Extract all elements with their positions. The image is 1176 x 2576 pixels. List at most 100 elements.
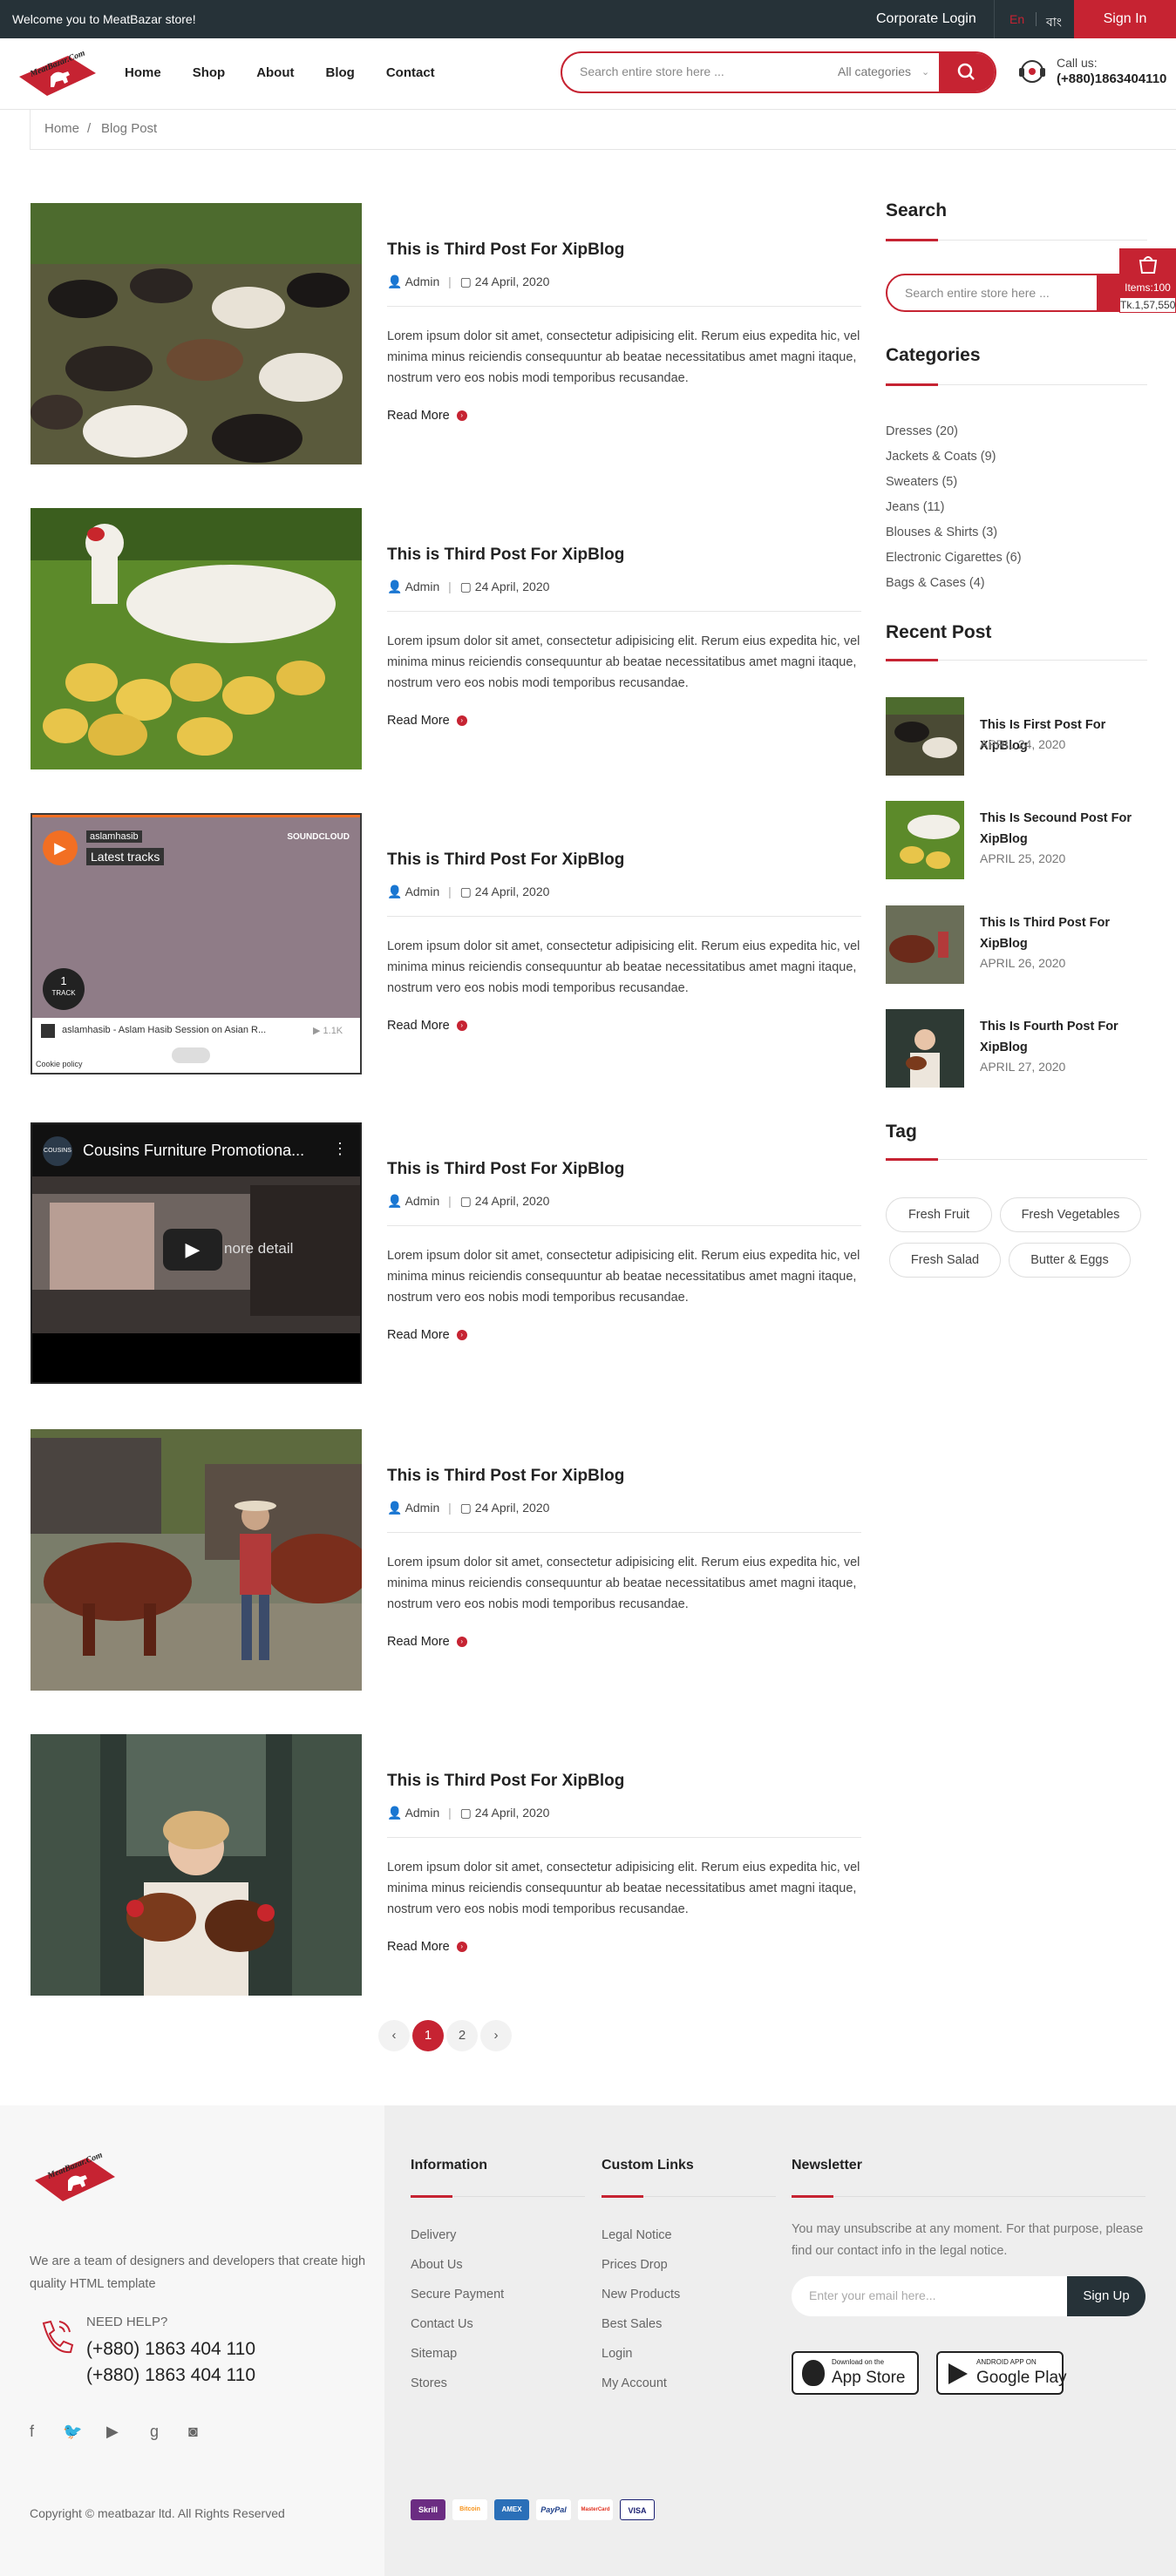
recent-post-item[interactable]: This Is Third Post For XipBlog APRIL 26,… [886, 905, 1147, 984]
footer-link[interactable]: Secure Payment [411, 2280, 504, 2309]
pagination-page-1[interactable]: 1 [412, 2020, 444, 2051]
footer-phone-2[interactable]: (+880) 1863 404 110 [86, 2365, 255, 2386]
breadcrumb-home[interactable]: Home [44, 121, 79, 136]
youtube-icon[interactable]: ▶ [106, 2423, 119, 2441]
pagination-next[interactable]: › [480, 2020, 512, 2051]
footer-link[interactable]: New Products [602, 2280, 680, 2309]
google-play-badge[interactable]: ANDROID APP ON Google Play [936, 2351, 1067, 2395]
soundcloud-user[interactable]: aslamhasib [86, 830, 142, 843]
pagination-page-2[interactable]: 2 [446, 2020, 478, 2051]
category-item[interactable]: Sweaters (5) [886, 470, 1022, 495]
post-image-cattle[interactable] [31, 1429, 362, 1691]
post-image-goats[interactable] [31, 203, 362, 464]
footer-link[interactable]: Sitemap [411, 2339, 504, 2369]
footer-link[interactable]: Delivery [411, 2220, 504, 2250]
category-item[interactable]: Dresses (20) [886, 419, 1022, 444]
newsletter-form: Enter your email here... Sign Up [792, 2276, 1145, 2316]
tag-fresh-salad[interactable]: Fresh Salad [889, 1243, 1001, 1278]
instagram-icon[interactable]: ◙ [188, 2423, 198, 2441]
footer-link[interactable]: Prices Drop [602, 2250, 680, 2280]
nav-blog[interactable]: Blog [326, 65, 355, 80]
soundcloud-player[interactable]: ▶ aslamhasib Latest tracks SOUNDCLOUD 1T… [31, 813, 362, 1074]
recent-post-item[interactable]: This Is First Post For XipBlog APRIL 24,… [886, 697, 1147, 776]
post-title[interactable]: This is Third Post For XipBlog [387, 851, 624, 870]
corporate-login-link[interactable]: Corporate Login [876, 11, 976, 27]
newsletter-title: Newsletter [792, 2158, 862, 2173]
nav-shop[interactable]: Shop [193, 65, 226, 80]
footer-link[interactable]: Contact Us [411, 2309, 504, 2339]
footer-link[interactable]: My Account [602, 2369, 680, 2398]
category-item[interactable]: Electronic Cigarettes (6) [886, 546, 1022, 571]
footer-link[interactable]: Best Sales [602, 2309, 680, 2339]
paypal-icon: PayPal [536, 2499, 571, 2520]
copyright: Copyright © meatbazar ltd. All Rights Re… [30, 2506, 285, 2520]
sign-up-button[interactable]: Sign Up [1067, 2276, 1145, 2316]
recent-post-item[interactable]: This Is Secound Post For XipBlog APRIL 2… [886, 801, 1147, 879]
twitter-icon[interactable]: 🐦 [63, 2423, 82, 2441]
read-more-link[interactable]: Read More › [387, 409, 467, 423]
recent-post-title[interactable]: This Is Secound Post For XipBlog [980, 808, 1150, 850]
footer-link[interactable]: Legal Notice [602, 2220, 680, 2250]
language-bn[interactable]: বাং [1046, 12, 1062, 33]
footer-phone-1[interactable]: (+880) 1863 404 110 [86, 2339, 255, 2360]
search-input[interactable]: Search entire store here ... [580, 64, 724, 78]
recent-post-item[interactable]: This Is Fourth Post For XipBlog APRIL 27… [886, 1009, 1147, 1088]
nav-about[interactable]: About [256, 65, 294, 80]
floating-cart[interactable]: Items:100 Tk.1,57,550 [1119, 248, 1176, 313]
email-field[interactable]: Enter your email here... [809, 2288, 936, 2302]
post-title[interactable]: This is Third Post For XipBlog [387, 546, 624, 565]
sidebar-search-input[interactable]: Search entire store here ... [905, 286, 1050, 300]
language-en[interactable]: En [1009, 12, 1024, 26]
app-store-badge[interactable]: Download on the App Store [792, 2351, 919, 2395]
recent-post-title[interactable]: This Is Third Post For XipBlog [980, 912, 1150, 954]
read-more-link[interactable]: Read More › [387, 714, 467, 728]
play-button[interactable]: ▶ [163, 1229, 222, 1271]
cookie-policy-link[interactable]: Cookie policy [36, 1060, 83, 1068]
post-title[interactable]: This is Third Post For XipBlog [387, 1772, 624, 1791]
apple-icon [802, 2360, 825, 2386]
call-number[interactable]: (+880)1863404110 [1057, 71, 1166, 86]
tag-fresh-vegetables[interactable]: Fresh Vegetables [1000, 1197, 1141, 1232]
footer-link[interactable]: About Us [411, 2250, 504, 2280]
nav-home[interactable]: Home [125, 65, 161, 80]
post-title[interactable]: This is Third Post For XipBlog [387, 1160, 624, 1179]
sign-in-button[interactable]: Sign In [1074, 0, 1176, 38]
more-options-icon[interactable]: ⋮ [332, 1140, 348, 1158]
track-count-badge: 1 TRACK [43, 968, 85, 1010]
post-image-chickens[interactable] [31, 1734, 362, 1996]
google-plus-icon[interactable]: g [150, 2423, 159, 2441]
read-more-link[interactable]: Read More › [387, 1328, 467, 1342]
pagination-prev[interactable]: ‹ [378, 2020, 410, 2051]
mastercard-icon: MasterCard [578, 2499, 613, 2520]
category-item[interactable]: Bags & Cases (4) [886, 571, 1022, 596]
divider [886, 1158, 1147, 1161]
category-item[interactable]: Jackets & Coats (9) [886, 444, 1022, 470]
nav-contact[interactable]: Contact [386, 65, 435, 80]
post-title[interactable]: This is Third Post For XipBlog [387, 241, 624, 260]
video-title[interactable]: Cousins Furniture Promotiona... [83, 1142, 304, 1160]
read-more-link[interactable]: Read More › [387, 1635, 467, 1649]
facebook-icon[interactable]: f [30, 2423, 34, 2441]
play-button[interactable]: ▶ [43, 830, 78, 865]
read-more-link[interactable]: Read More › [387, 1940, 467, 1954]
tag-butter-eggs[interactable]: Butter & Eggs [1009, 1243, 1131, 1278]
post-title[interactable]: This is Third Post For XipBlog [387, 1467, 624, 1486]
search-button[interactable] [939, 53, 995, 92]
youtube-player[interactable]: COUSINS Cousins Furniture Promotiona... … [31, 1122, 362, 1384]
recent-post-title[interactable]: This Is Fourth Post For XipBlog [980, 1016, 1150, 1058]
tag-fresh-fruit[interactable]: Fresh Fruit [886, 1197, 992, 1232]
post-excerpt: Lorem ipsum dolor sit amet, consectetur … [387, 634, 860, 690]
logo[interactable]: MeatBazar.Com [16, 48, 99, 99]
category-item[interactable]: Jeans (11) [886, 495, 1022, 520]
category-item[interactable]: Blouses & Shirts (3) [886, 520, 1022, 546]
footer-link[interactable]: Login [602, 2339, 680, 2369]
read-more-link[interactable]: Read More › [387, 1019, 467, 1033]
footer-link[interactable]: Stores [411, 2369, 504, 2398]
post-date: 24 April, 2020 [474, 580, 550, 593]
post-author: Admin [404, 885, 440, 898]
category-select[interactable]: All categories [838, 64, 911, 78]
track-row[interactable]: aslamhasib - Aslam Hasib Session on Asia… [32, 1018, 360, 1044]
divider [387, 916, 861, 917]
footer-logo[interactable]: MeatBazar.Com [30, 2149, 117, 2207]
post-image-ducks[interactable] [31, 508, 362, 769]
